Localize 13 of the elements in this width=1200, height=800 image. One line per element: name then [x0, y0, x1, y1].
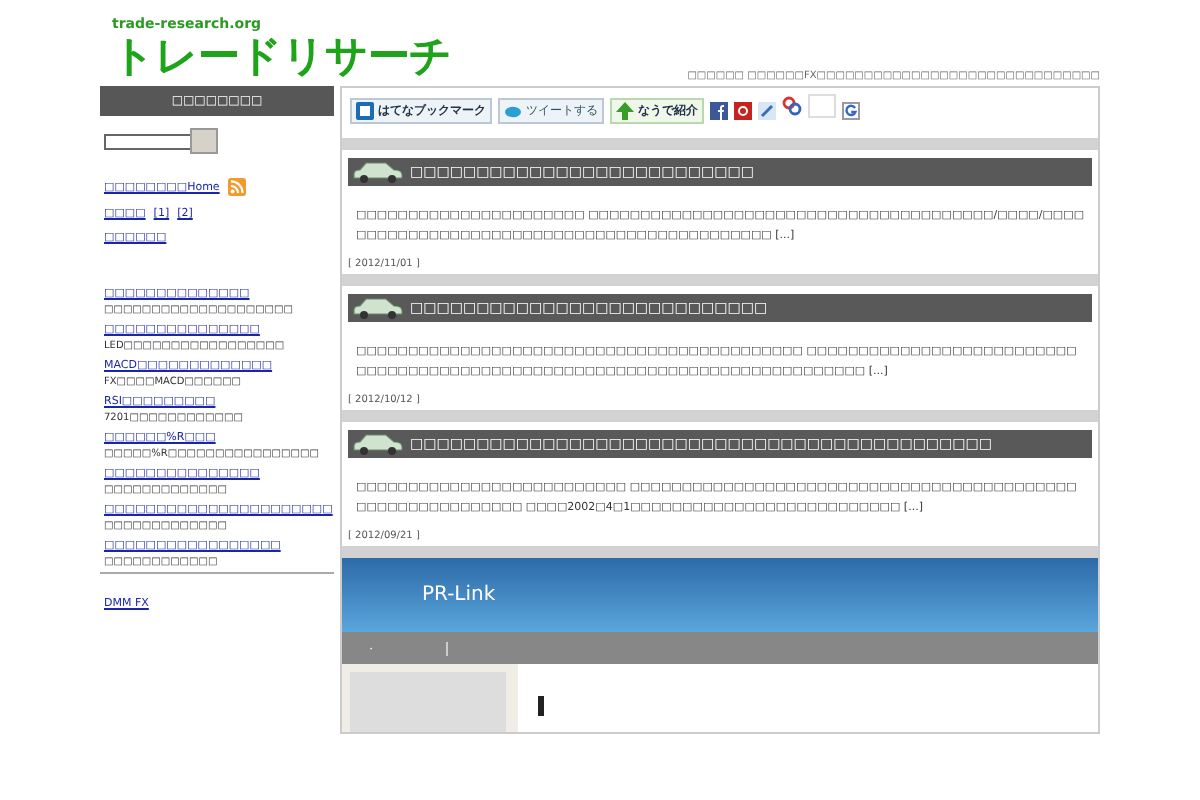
search-field[interactable] — [104, 133, 190, 149]
share-icon[interactable] — [734, 102, 752, 120]
pr-title: PR-Link — [422, 584, 496, 606]
bookmark-icon — [356, 102, 374, 120]
facebook-icon[interactable] — [710, 102, 728, 120]
heading-marker — [538, 696, 544, 716]
counter-box — [808, 93, 836, 117]
car-icon — [352, 160, 404, 184]
google-icon[interactable] — [842, 102, 860, 120]
car-icon — [352, 432, 404, 456]
arrow-icon — [616, 102, 634, 120]
chain-icon[interactable] — [782, 95, 802, 115]
car-icon — [352, 296, 404, 320]
